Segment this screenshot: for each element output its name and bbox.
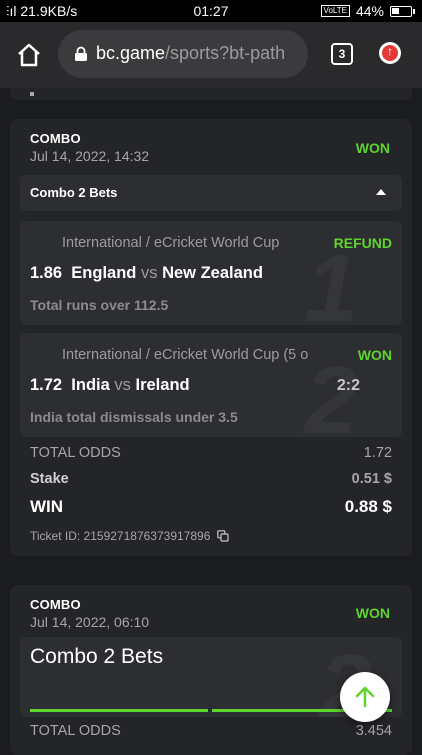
ticket-type: COMBO [30,131,81,146]
battery-icon [390,5,415,17]
total-odds-row: TOTAL ODDS 3.454 [30,723,392,745]
ticket-type: COMBO [30,597,81,612]
win-label: WIN [30,497,64,516]
tab-switcher-button[interactable]: 3 [331,43,353,65]
total-odds-row: TOTAL ODDS 1.72 [30,445,392,467]
bet-item: 2 International / eCricket World Cup (5 … [20,333,402,437]
total-odds-value: 3.454 [355,723,392,739]
home-team: England [71,264,137,282]
ticket-id: Ticket ID: 2159271876373917896 [30,529,211,543]
url-host: bc.game [96,43,166,63]
win-row: WIN 0.88 $ [30,497,392,519]
copy-icon[interactable] [217,530,229,542]
battery-percent: 44% [355,3,384,19]
stake-label: Stake [30,471,69,487]
status-icons: VoLTE 44% [320,3,415,19]
combo-section-title: Combo 2 Bets [30,185,118,200]
ticket-date: Jul 14, 2022, 06:10 [30,614,150,630]
bet-league: International / eCricket World Cup [62,235,280,251]
bet-status-badge: WON [351,347,392,363]
bet-market: Total runs over 112.5 [30,297,169,313]
arrow-up-icon [355,686,375,708]
win-value: 0.88 $ [344,497,392,516]
bet-league: International / eCricket World Cup (5 o [62,347,309,363]
bet-index-watermark: 1 [304,235,358,326]
total-odds-value: 1.72 [363,445,392,461]
bet-history-list[interactable]: COMBO Jul 14, 2022, 14:32 WON Combo 2 Be… [0,88,422,755]
ticket-date: Jul 14, 2022, 14:32 [30,148,150,164]
arrow-up-icon: ↑ [387,44,393,58]
bet-item: 1 International / eCricket World Cup REF… [20,221,402,325]
bet-progress-segment [30,709,208,712]
ticket-card: COMBO Jul 14, 2022, 06:10 WON 2 Combo 2 … [10,585,412,755]
bet-match-line: 1.72 India vs Ireland [30,376,190,395]
bet-index-watermark: 2 [304,347,358,438]
url-path: /sports?bt-path [165,43,286,63]
bet-match-line: 1.86 England vs New Zealand [30,264,263,283]
battery-fill [392,7,399,14]
stake-row: Stake 0.51 $ [30,471,392,493]
previous-ticket-card [10,88,412,100]
stake-value: 0.51 $ [351,471,392,487]
away-team: Ireland [135,376,190,394]
home-button[interactable] [14,40,44,70]
lock-icon [75,46,87,61]
total-odds-label: TOTAL ODDS [30,445,121,461]
scroll-to-top-button[interactable] [340,672,390,722]
browser-toolbar: bc.game/sports?bt-path 3 ↑ [0,22,422,88]
home-team: India [71,376,110,394]
ticket-result-badge: WON [355,605,390,621]
bet-odds: 1.72 [30,376,63,394]
url-text: bc.game/sports?bt-path [96,43,301,64]
chevron-up-icon [376,189,386,195]
combo-section-title: Combo 2 Bets [30,645,164,668]
volte-icon: VoLTE [320,5,350,17]
address-bar[interactable]: bc.game/sports?bt-path [58,30,308,78]
bet-score: 2:2 [336,377,360,394]
vs-label: vs [140,264,158,282]
bet-status-badge: REFUND [327,235,392,251]
ticket-card: COMBO Jul 14, 2022, 14:32 WON Combo 2 Be… [10,119,412,556]
ticket-result-badge: WON [355,140,390,156]
bet-odds: 1.86 [30,264,63,282]
away-team: New Zealand [162,264,263,282]
total-odds-label: TOTAL ODDS [30,723,121,739]
update-button[interactable]: ↑ [379,42,401,64]
bet-market: India total dismissals under 3.5 [30,409,238,425]
status-bar: ⫶ıl 21.9KB/s 01:27 VoLTE 44% [0,0,422,22]
combo-section-toggle[interactable]: Combo 2 Bets [20,175,402,211]
vs-label: vs [114,376,131,394]
divider-mark [30,92,34,96]
home-icon [18,43,40,67]
